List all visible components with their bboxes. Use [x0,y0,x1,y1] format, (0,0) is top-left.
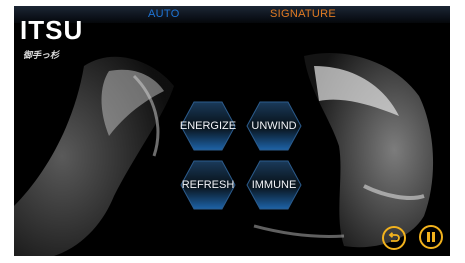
undo-arrow-icon [388,232,400,242]
immune-button[interactable]: IMMUNE [245,159,303,211]
pause-button[interactable] [419,225,443,249]
unwind-label: UNWIND [251,120,297,132]
back-button[interactable] [382,226,406,250]
immune-label: IMMUNE [251,179,297,191]
energize-label: ENERGIZE [179,120,237,132]
unwind-button[interactable]: UNWIND [245,100,303,152]
brand-tagline: 御手っ杉 [23,50,60,60]
refresh-button[interactable]: REFRESH [179,159,237,211]
energize-button[interactable]: ENERGIZE [179,100,237,152]
tab-auto[interactable]: AUTO [148,8,180,20]
massage-chair-screen: AUTO SIGNATURE ITSU 御手っ杉 ENERGIZE UNWIND… [14,6,450,256]
refresh-label: REFRESH [181,179,235,191]
pause-icon [427,232,435,242]
tab-signature[interactable]: SIGNATURE [270,8,336,20]
brand-name: ITSU [20,15,84,45]
